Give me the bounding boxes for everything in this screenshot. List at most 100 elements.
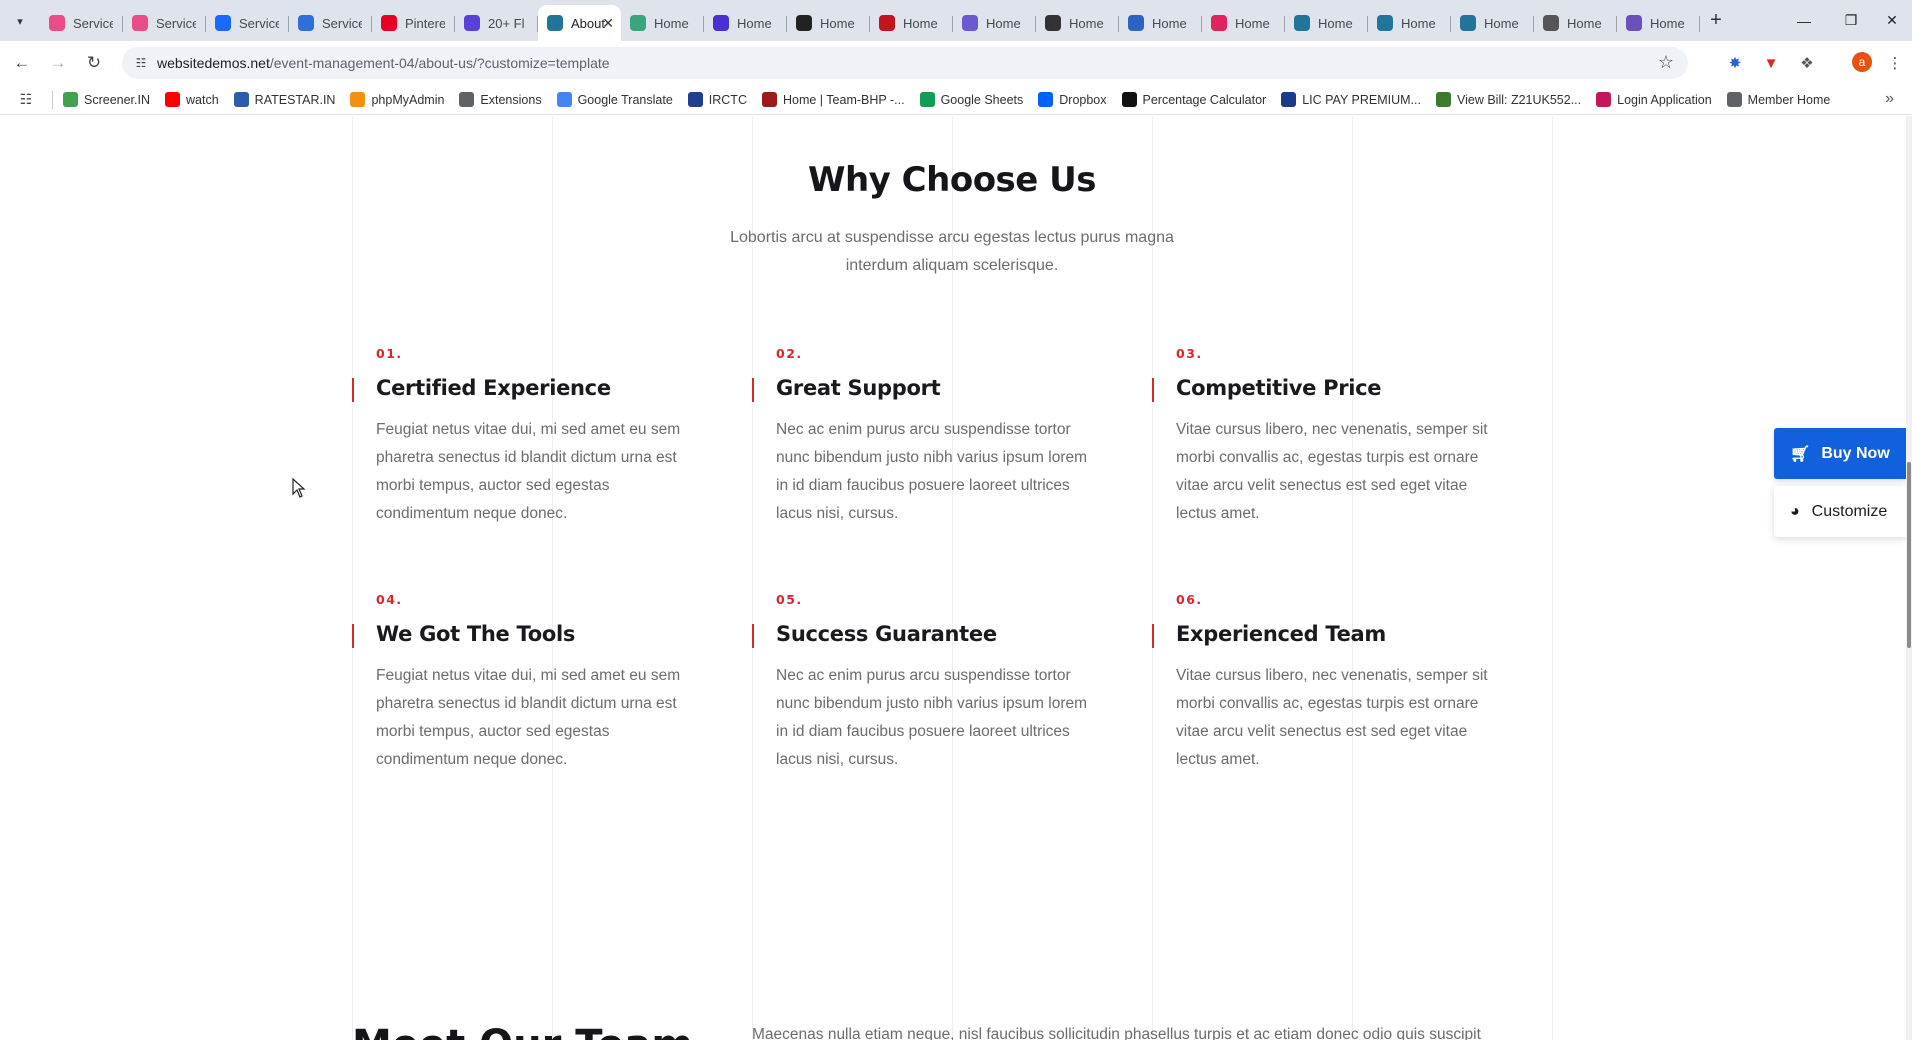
bookmark-item[interactable]: IRCTC	[687, 92, 747, 107]
browser-toolbar: ← → ↻ ☷ websitedemos.net/event-managemen…	[0, 41, 1912, 85]
site-info-icon[interactable]: ☷	[132, 54, 150, 72]
bookmark-label: Google Sheets	[940, 92, 1024, 107]
browser-tab[interactable]: Home	[1202, 5, 1285, 41]
flag-icon	[879, 15, 895, 31]
browser-tab[interactable]: Home	[1036, 5, 1119, 41]
cloud-icon	[1626, 15, 1642, 31]
tab-title: Service	[322, 15, 362, 31]
new-tab-icon[interactable]: +	[1704, 9, 1728, 33]
close-tab-icon[interactable]: ✕	[602, 15, 614, 32]
feature-title: We Got The Tools	[352, 622, 692, 648]
more-bookmarks-icon[interactable]: »	[1885, 90, 1894, 108]
bookmark-label: View Bill: Z21UK552...	[1456, 92, 1582, 107]
browser-tab[interactable]: About ✕	[538, 5, 621, 41]
feature-description: Vitae cursus libero, nec venenatis, semp…	[1176, 421, 1488, 522]
bookmark-item[interactable]: Google Translate	[556, 92, 673, 107]
bookmark-label: watch	[186, 92, 219, 107]
wordpress-icon	[1460, 15, 1476, 31]
bookmark-item[interactable]: Extensions	[459, 92, 542, 107]
behance-icon	[215, 15, 231, 31]
browser-tab[interactable]: Home	[1368, 5, 1451, 41]
browser-tab[interactable]: Service	[123, 5, 206, 41]
grid-line	[552, 116, 553, 1040]
feature-description: Nec ac enim purus arcu suspendisse torto…	[776, 667, 1088, 768]
browser-tab[interactable]: Home	[1617, 5, 1700, 41]
w-icon	[796, 15, 812, 31]
tab-strip: ▾ Service Service Service Service Pinterest 2…	[0, 0, 1912, 41]
browser-tab[interactable]: Home	[1534, 5, 1617, 41]
menu-icon[interactable]: ⋮	[1884, 52, 1906, 74]
browser-tab[interactable]: Home	[704, 5, 787, 41]
palette-icon: ◕	[1790, 502, 1800, 520]
buy-now-button[interactable]: 🛒︎ Buy Now	[1774, 428, 1906, 479]
bookmark-item[interactable]: Login Application	[1596, 92, 1712, 107]
bookmark-label: IRCTC	[708, 92, 747, 107]
tab-title: Home	[1484, 15, 1519, 31]
gear-icon	[962, 15, 978, 31]
circle-icon	[1211, 15, 1227, 31]
browser-tab[interactable]: Home	[1451, 5, 1534, 41]
team-section-title: Meet Our Team	[352, 1022, 693, 1040]
bookmark-item[interactable]: LIC PAY PREMIUM...	[1281, 92, 1421, 107]
url-text[interactable]: websitedemos.net/event-management-04/abo…	[157, 55, 610, 71]
dribbble-icon	[49, 15, 65, 31]
bookmark-item[interactable]: RATESTAR.IN	[233, 92, 335, 107]
browser-tab[interactable]: Home	[787, 5, 870, 41]
bookmark-item[interactable]: Screener.IN	[63, 92, 150, 107]
browser-tab[interactable]: Pinterest	[372, 5, 455, 41]
browser-tab[interactable]: Service	[289, 5, 372, 41]
bookmark-label: Extensions	[480, 92, 542, 107]
feature-number: 02.	[776, 346, 803, 361]
tab-title: 20+ Fl	[488, 15, 525, 31]
bookmark-item[interactable]: Member Home	[1726, 92, 1830, 107]
browser-tab[interactable]: Home	[621, 5, 704, 41]
feature-card: 04. We Got The Tools Feugiat netus vitae…	[352, 592, 692, 774]
scrollbar-thumb[interactable]	[1907, 462, 1911, 648]
browser-tab[interactable]: Home	[1285, 5, 1368, 41]
bookmark-item[interactable]: View Bill: Z21UK552...	[1435, 92, 1582, 107]
feature-card: 03. Competitive Price Vitae cursus liber…	[1152, 346, 1492, 528]
gb-icon	[1045, 15, 1061, 31]
bookmark-item[interactable]: Percentage Calculator	[1121, 92, 1266, 107]
bookmark-item[interactable]: watch	[165, 92, 219, 107]
url-path: /event-management-04/about-us/?customize…	[269, 55, 610, 71]
bookmark-item[interactable]: Dropbox	[1038, 92, 1107, 107]
close-window-icon[interactable]: ✕	[1864, 0, 1912, 41]
apps-grid-icon[interactable]: ☷	[0, 91, 52, 108]
browser-tab[interactable]: Service	[206, 5, 289, 41]
address-bar[interactable]: ☷ websitedemos.net/event-management-04/a…	[122, 47, 1688, 79]
feature-card: 06. Experienced Team Vitae cursus libero…	[1152, 592, 1492, 774]
browser-tab[interactable]: Home	[953, 5, 1036, 41]
reload-icon[interactable]: ↻	[82, 51, 106, 75]
puzzle-icon	[459, 92, 475, 107]
bill-icon	[1435, 92, 1451, 107]
chart-icon	[63, 92, 78, 107]
section-subtitle: Lobortis arcu at suspendisse arcu egesta…	[730, 229, 1174, 274]
browser-tab[interactable]: 20+ Fl	[455, 5, 538, 41]
wordpress-icon	[1377, 15, 1393, 31]
bookmark-label: LIC PAY PREMIUM...	[1302, 92, 1421, 107]
puzzle-icon[interactable]: ❖	[1796, 52, 1818, 74]
sail-icon	[350, 92, 366, 107]
team-bhp-icon	[761, 92, 777, 107]
avatar[interactable]: a	[1852, 52, 1872, 72]
shield-extension-icon[interactable]: ▼	[1760, 52, 1782, 74]
bookmark-item[interactable]: Home | Team-BHP -...	[761, 92, 905, 107]
lic-icon	[1281, 92, 1297, 107]
team-section-text: Maecenas nulla etiam neque, nisl faucibu…	[752, 1026, 1481, 1040]
browser-tab[interactable]: Service	[40, 5, 123, 41]
extension-icon[interactable]: ✸	[1724, 52, 1746, 74]
bookmark-item[interactable]: Google Sheets	[919, 92, 1024, 107]
bookmark-item[interactable]: phpMyAdmin	[350, 92, 444, 107]
info-icon	[713, 15, 729, 31]
back-icon[interactable]: ←	[10, 51, 34, 75]
customize-button[interactable]: ◕ Customize	[1774, 486, 1906, 537]
tab-title: Service	[156, 15, 196, 31]
bookmark-star-icon[interactable]: ☆	[1658, 52, 1674, 73]
browser-tab[interactable]: Home	[870, 5, 953, 41]
tab-search-icon[interactable]: ▾	[9, 10, 31, 32]
tab-title: Home	[1401, 15, 1436, 31]
browser-tab[interactable]: Home	[1119, 5, 1202, 41]
forward-icon[interactable]: →	[46, 51, 70, 75]
astra-icon	[464, 15, 480, 31]
